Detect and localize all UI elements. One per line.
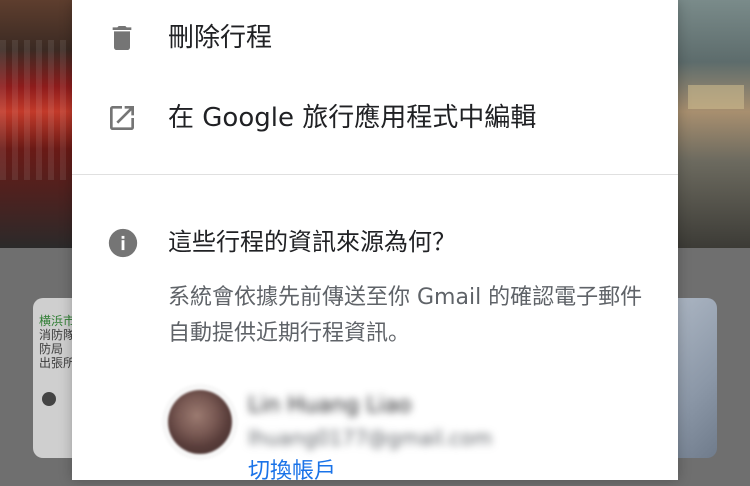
avatar xyxy=(168,390,232,454)
switch-account-link[interactable]: 切換帳戶 xyxy=(248,458,336,486)
account-email: lhuang0177@gmail.com xyxy=(248,426,493,450)
account-name: Lin Huang Liao xyxy=(248,393,412,418)
map-label-1: 消防隊 xyxy=(39,328,76,342)
left-map-text: 横浜市 消防隊 防局 出張所 xyxy=(39,314,75,370)
info-description: 系統會依據先前傳送至你 Gmail 的確認電子郵件自動提供近期行程資訊。 xyxy=(168,285,643,346)
map-label-2: 防局 xyxy=(39,342,64,356)
info-icon xyxy=(108,228,138,258)
trash-icon xyxy=(112,26,132,50)
account-section: Lin Huang Liao lhuang0177@gmail.com 切換帳戶 xyxy=(72,386,678,484)
right-photo xyxy=(678,0,750,248)
edit-in-travel-label: 在 Google 旅行應用程式中編輯 xyxy=(168,103,537,133)
info-title: 這些行程的資訊來源為何？ xyxy=(168,228,456,256)
map-pin-icon xyxy=(39,389,59,409)
delete-trip-item[interactable]: 刪除行程 xyxy=(72,6,678,70)
map-label-city: 横浜市 xyxy=(39,314,76,328)
data-source-info: 這些行程的資訊來源為何？ 系統會依據先前傳送至你 Gmail 的確認電子郵件自動… xyxy=(72,224,678,374)
delete-trip-label: 刪除行程 xyxy=(168,23,273,53)
edit-in-travel-item[interactable]: 在 Google 旅行應用程式中編輯 xyxy=(72,86,678,150)
left-photo xyxy=(0,0,72,248)
open-in-new-icon xyxy=(110,106,134,130)
trip-options-dialog: 刪除行程 在 Google 旅行應用程式中編輯 這些行程的資訊來源為何？ 系統會… xyxy=(72,0,678,484)
divider xyxy=(72,174,678,175)
map-label-3: 出張所 xyxy=(39,356,76,370)
